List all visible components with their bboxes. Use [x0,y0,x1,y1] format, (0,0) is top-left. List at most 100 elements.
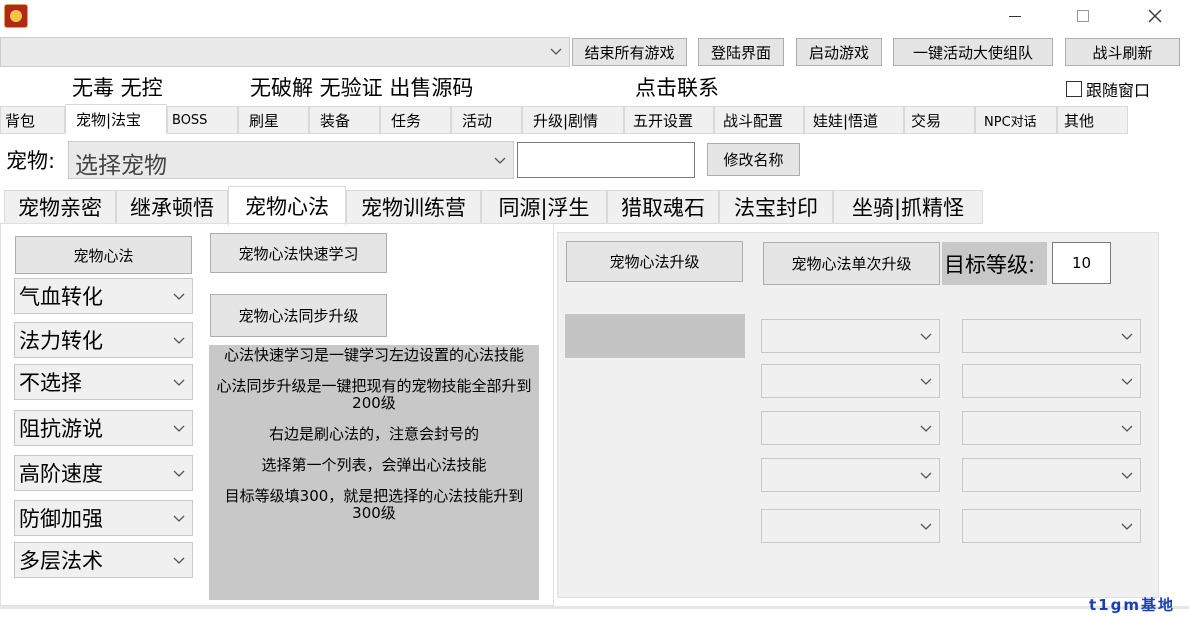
login-screen-button[interactable]: 登陆界面 [698,38,784,66]
skill-select-value: 高阶速度 [19,462,103,486]
help-text: 目标等级填300，就是把选择的心法技能升到300级 [224,487,524,522]
tab-star[interactable]: 刷星 [238,106,309,134]
help-text: 选择第一个列表，会弹出心法技能 [261,456,487,474]
minimize-icon [1009,15,1021,17]
close-icon [1148,9,1162,23]
heart-method-button[interactable]: 宠物心法 [15,236,192,274]
chevron-down-icon [1121,425,1133,432]
close-button[interactable] [1132,0,1178,32]
help-text: 右边是刷心法的，注意会封号的 [268,425,479,443]
status-bar [0,606,1189,609]
chevron-down-icon [920,472,932,479]
battle-refresh-button[interactable]: 战斗刷新 [1065,38,1180,66]
start-game-button[interactable]: 启动游戏 [796,38,882,66]
minimize-button[interactable] [992,0,1038,32]
tab-inherit-insight[interactable]: 继承顿悟 [116,190,228,224]
one-click-team-button[interactable]: 一键活动大使组队 [893,38,1053,66]
chevron-down-icon [920,523,932,530]
end-all-games-button[interactable]: 结束所有游戏 [572,38,687,66]
chevron-down-icon [920,378,932,385]
chevron-down-icon [920,333,932,340]
tab-pet-heart-method[interactable]: 宠物心法 [228,186,346,226]
tab-upgrade-story[interactable]: 升级|剧情 [522,106,624,134]
target-level-label: 目标等级: [942,242,1047,285]
target-level-input[interactable]: 10 [1052,242,1111,284]
tab-treasure-seal[interactable]: 法宝封印 [719,190,833,224]
promo-text-2: 无破解 无验证 出售源码 [250,76,474,100]
tab-mount-spirit[interactable]: 坐骑|抓精怪 [833,190,983,224]
rename-button[interactable]: 修改名称 [707,143,800,176]
follow-window-checkbox[interactable]: 跟随窗口 [1066,77,1150,101]
tab-trade[interactable]: 交易 [904,106,975,134]
chevron-down-icon [173,379,185,386]
tab-battle-config[interactable]: 战斗配置 [714,106,804,134]
skill-select-5[interactable]: 高阶速度 [14,455,193,491]
chevron-down-icon [550,48,562,55]
chevron-down-icon [1121,472,1133,479]
contact-link[interactable]: 点击联系 [635,72,719,102]
checkbox-box[interactable] [1066,81,1082,97]
upgrade-select-1b[interactable] [962,319,1141,353]
sync-upgrade-button[interactable]: 宠物心法同步升级 [210,294,387,337]
heart-method-upgrade-button[interactable]: 宠物心法升级 [566,241,743,282]
tab-npc-dialog[interactable]: NPC对话 [975,106,1057,134]
pet-select[interactable]: 选择宠物 [68,141,514,179]
tab-pet-treasure[interactable]: 宠物|法宝 [65,104,167,134]
skill-select-7[interactable]: 多层法术 [14,542,193,578]
chevron-down-icon [173,337,185,344]
tab-bag[interactable]: 背包 [0,106,65,134]
sub-tabs: 宠物亲密 继承顿悟 宠物心法 宠物训练营 同源|浮生 猎取魂石 法宝封印 坐骑|… [0,186,1189,226]
upgrade-select-5a[interactable] [761,509,940,543]
preview-block [565,314,745,358]
skill-select-3[interactable]: 不选择 [14,364,193,400]
chevron-down-icon [173,470,185,477]
skill-select-value: 防御加强 [19,507,103,531]
pet-name-input[interactable] [517,142,695,178]
tab-pet-intimacy[interactable]: 宠物亲密 [4,190,116,224]
chevron-down-icon [1121,378,1133,385]
help-text-box: 心法快速学习是一键学习左边设置的心法技能 心法同步升级是一键把现有的宠物技能全部… [209,345,539,600]
tab-quest[interactable]: 任务 [380,106,451,134]
upgrade-select-2b[interactable] [962,364,1141,398]
tab-activity[interactable]: 活动 [451,106,522,134]
upgrade-select-5b[interactable] [962,509,1141,543]
chevron-down-icon [173,557,185,564]
skill-select-2[interactable]: 法力转化 [14,322,193,358]
chevron-down-icon [1121,333,1133,340]
pet-select-value: 选择宠物 [75,153,167,179]
chevron-down-icon [173,425,185,432]
maximize-icon [1077,10,1089,22]
chevron-down-icon [1121,523,1133,530]
tab-same-source[interactable]: 同源|浮生 [481,190,607,224]
tab-boss[interactable]: BOSS [167,106,238,134]
tab-equipment[interactable]: 装备 [309,106,380,134]
tab-doll-enlighten[interactable]: 娃娃|悟道 [804,106,904,134]
skill-select-1[interactable]: 气血转化 [14,278,193,314]
tab-other[interactable]: 其他 [1057,106,1128,134]
skill-select-value: 多层法术 [19,549,103,573]
quick-learn-button[interactable]: 宠物心法快速学习 [210,233,387,273]
upgrade-select-1a[interactable] [761,319,940,353]
tab-five-open[interactable]: 五开设置 [624,106,714,134]
chevron-down-icon [920,425,932,432]
skill-select-value: 法力转化 [19,329,103,353]
upgrade-select-4a[interactable] [761,458,940,492]
skill-select-6[interactable]: 防御加强 [14,500,193,536]
game-select[interactable] [0,37,570,67]
upgrade-select-3a[interactable] [761,411,940,445]
single-upgrade-button[interactable]: 宠物心法单次升级 [763,242,940,285]
promo-text-1: 无毒 无控 [72,76,163,100]
help-text: 心法同步升级是一键把现有的宠物技能全部升到200级 [216,377,532,412]
upgrade-select-3b[interactable] [962,411,1141,445]
pet-label: 宠物: [6,149,56,173]
tab-soul-stone[interactable]: 猎取魂石 [607,190,719,224]
chevron-down-icon [173,293,185,300]
skill-select-4[interactable]: 阻抗游说 [14,410,193,446]
maximize-button[interactable] [1060,0,1106,32]
upgrade-select-4b[interactable] [962,458,1141,492]
chevron-down-icon [494,157,506,164]
upgrade-select-2a[interactable] [761,364,940,398]
follow-window-label: 跟随窗口 [1086,81,1151,100]
tab-pet-training[interactable]: 宠物训练营 [346,190,481,224]
watermark: t1gm基地 [1089,596,1175,614]
